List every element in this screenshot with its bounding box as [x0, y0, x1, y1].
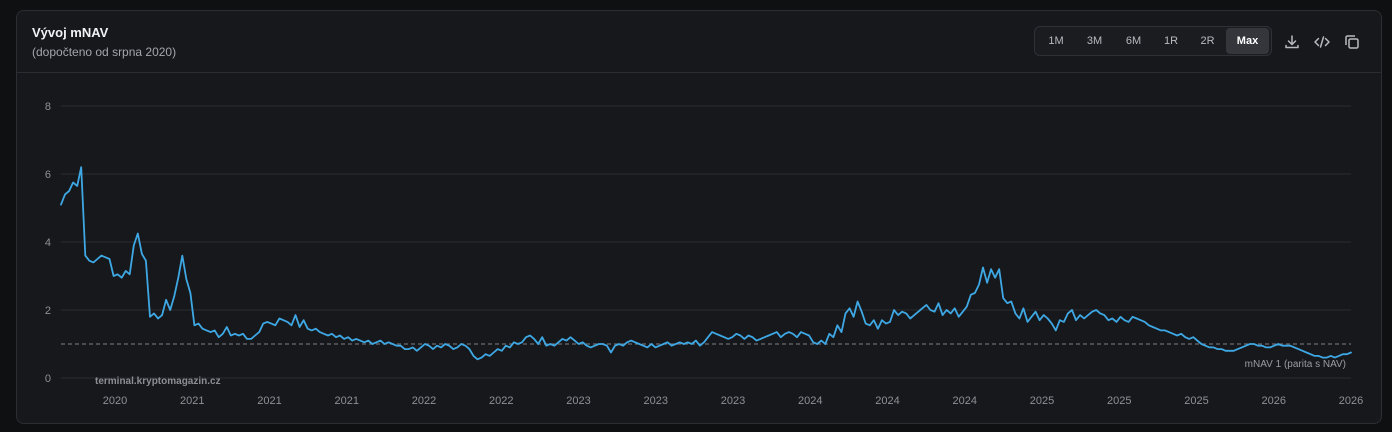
copy-icon[interactable] — [1343, 33, 1361, 51]
x-tick-label: 2021 — [335, 395, 359, 407]
watermark-text: terminal.kryptomagazin.cz — [95, 376, 221, 387]
x-tick-label: 2024 — [953, 395, 977, 407]
range-1m-button[interactable]: 1M — [1037, 28, 1075, 54]
chart-area: 0 2 4 6 8 2020 2021 2021 2021 2022 2022 2023 2023 202… — [17, 73, 1381, 423]
mnav-series-line — [60, 166, 1352, 361]
x-tick-label: 2021 — [180, 395, 204, 407]
x-tick-label: 2023 — [644, 395, 668, 407]
range-3m-button[interactable]: 3M — [1075, 28, 1114, 54]
x-tick-label: 2025 — [1107, 395, 1131, 407]
x-tick-label: 2022 — [412, 395, 436, 407]
reference-line-label: mNAV 1 (parita s NAV) — [1245, 359, 1346, 370]
range-6m-button[interactable]: 6M — [1114, 28, 1153, 54]
range-2r-button[interactable]: 2R — [1189, 28, 1226, 54]
y-tick-label: 0 — [45, 373, 51, 385]
code-icon[interactable] — [1313, 33, 1331, 51]
x-tick-label: 2026 — [1339, 395, 1363, 407]
mnav-line-chart: 0 2 4 6 8 2020 2021 2021 2021 2022 2022 2023 2023 202… — [45, 101, 1363, 407]
card-header: Vývoj mNAV (dopočteno od srpna 2020) 1M … — [17, 11, 1381, 73]
x-tick-label: 2022 — [489, 395, 513, 407]
y-tick-label: 2 — [45, 305, 51, 317]
y-tick-label: 6 — [45, 169, 51, 181]
x-tick-label: 2024 — [798, 395, 822, 407]
x-tick-label: 2023 — [566, 395, 590, 407]
x-tick-label: 2026 — [1262, 395, 1286, 407]
x-tick-label: 2023 — [721, 395, 745, 407]
x-tick-label: 2020 — [103, 395, 127, 407]
x-tick-label: 2024 — [875, 395, 899, 407]
x-tick-label: 2025 — [1184, 395, 1208, 407]
chart-subtitle: (dopočteno od srpna 2020) — [32, 45, 177, 59]
x-tick-label: 2025 — [1030, 395, 1054, 407]
range-1r-button[interactable]: 1R — [1153, 28, 1189, 54]
range-selector: 1M 3M 6M 1R 2R Max — [1034, 26, 1272, 56]
download-icon[interactable] — [1283, 33, 1301, 51]
y-tick-label: 4 — [45, 237, 51, 249]
x-tick-label: 2021 — [257, 395, 281, 407]
chart-title: Vývoj mNAV — [32, 25, 109, 40]
y-tick-label: 8 — [45, 101, 51, 113]
range-max-button[interactable]: Max — [1226, 28, 1269, 54]
chart-card: Vývoj mNAV (dopočteno od srpna 2020) 1M … — [16, 10, 1382, 424]
